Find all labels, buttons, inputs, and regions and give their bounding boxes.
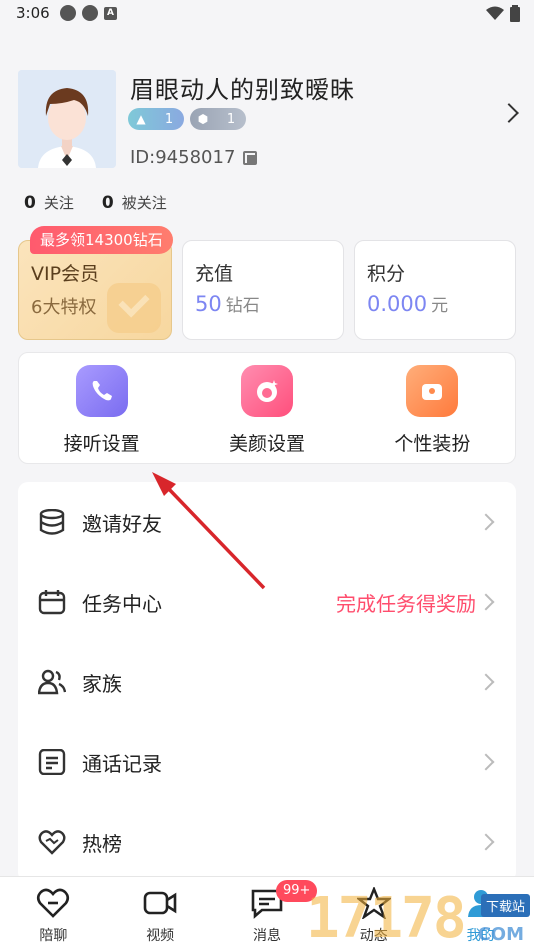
follow-stats: 0 关注 0 被关注 bbox=[24, 192, 167, 213]
rank-badge-value: 1 bbox=[226, 111, 236, 127]
menu-label: 家族 bbox=[82, 672, 122, 696]
calendar-icon bbox=[38, 590, 66, 615]
hexagon-rank-icon: ⬢ bbox=[197, 112, 209, 126]
following-stat[interactable]: 0 关注 bbox=[24, 192, 74, 213]
notification-icon bbox=[82, 5, 98, 21]
site-watermark: 17178 下载站 COM bbox=[306, 884, 534, 950]
rank-badge: ⬢ 1 bbox=[190, 108, 246, 130]
status-notification-icons: A bbox=[60, 5, 117, 21]
wifi-icon bbox=[486, 6, 504, 20]
followers-label: 被关注 bbox=[121, 194, 167, 212]
level-badge: ▲ 1 bbox=[128, 108, 184, 130]
vip-title: VIP会员 bbox=[31, 263, 100, 285]
tab-companion-chat[interactable]: 陪聊 bbox=[0, 877, 107, 950]
shortcut-label: 接听设置 bbox=[63, 433, 140, 455]
app-notification-icon: A bbox=[104, 7, 117, 20]
nickname: 眉眼动人的别致暧昧 bbox=[130, 76, 355, 104]
tab-video[interactable]: 视频 bbox=[107, 877, 214, 950]
triangle-level-icon: ▲ bbox=[136, 112, 146, 126]
menu-label: 邀请好友 bbox=[82, 512, 162, 536]
menu-item-invite-friends[interactable]: 邀请好友 bbox=[18, 482, 516, 562]
shortcut-answer-settings[interactable]: 接听设置 bbox=[19, 353, 184, 463]
chevron-right-icon bbox=[477, 513, 495, 531]
points-balance: 0.000 元 bbox=[367, 291, 448, 316]
chevron-right-icon bbox=[477, 753, 495, 771]
shortcut-panel: 接听设置 美颜设置 个性装扮 bbox=[18, 352, 516, 464]
chevron-right-icon bbox=[477, 673, 495, 691]
vip-card[interactable]: VIP会员 6大特权 bbox=[18, 240, 172, 340]
vip-subtitle: 6大特权 bbox=[31, 297, 97, 318]
heart-chat-icon bbox=[37, 888, 70, 918]
recharge-unit: 钻石 bbox=[225, 296, 260, 316]
task-reward-hint: 完成任务得奖励 bbox=[336, 592, 476, 616]
promo-tag: 最多领14300钻石 bbox=[30, 226, 173, 254]
menu-label: 任务中心 bbox=[82, 592, 162, 616]
followers-stat[interactable]: 0 被关注 bbox=[102, 192, 167, 213]
status-time: 3:06 bbox=[16, 4, 50, 22]
beauty-face-icon bbox=[240, 365, 293, 417]
followers-count: 0 bbox=[101, 193, 114, 213]
chevron-right-icon bbox=[477, 833, 495, 851]
menu-item-task-center[interactable]: 任务中心 完成任务得奖励 bbox=[18, 562, 516, 642]
document-icon bbox=[38, 749, 66, 775]
tab-label: 陪聊 bbox=[39, 928, 68, 944]
menu-list: 邀请好友 任务中心 完成任务得奖励 家族 通话记录 热榜 bbox=[18, 482, 516, 882]
users-icon bbox=[38, 669, 66, 695]
copy-icon[interactable] bbox=[243, 150, 258, 165]
shortcut-label: 个性装扮 bbox=[394, 433, 471, 455]
status-system-icons bbox=[486, 5, 520, 22]
following-label: 关注 bbox=[43, 194, 74, 212]
recharge-value: 50 bbox=[195, 292, 222, 316]
user-id-text: ID:9458017 bbox=[130, 147, 236, 168]
heart-icon bbox=[38, 830, 66, 855]
recharge-title: 充值 bbox=[195, 263, 234, 285]
level-badge-value: 1 bbox=[164, 111, 174, 127]
chevron-right-icon[interactable] bbox=[499, 103, 519, 123]
tab-label: 消息 bbox=[252, 928, 281, 944]
battery-icon bbox=[510, 5, 520, 22]
points-value: 0.000 bbox=[367, 292, 428, 316]
avatar-illustration bbox=[18, 70, 116, 168]
points-unit: 元 bbox=[431, 296, 449, 316]
menu-label: 热榜 bbox=[82, 832, 122, 856]
notification-icon bbox=[60, 5, 76, 21]
video-camera-icon bbox=[143, 891, 177, 915]
database-icon bbox=[39, 509, 65, 535]
phone-call-icon bbox=[75, 365, 128, 417]
shortcut-beauty-settings[interactable]: 美颜设置 bbox=[184, 353, 349, 463]
recharge-balance: 50 钻石 bbox=[195, 291, 260, 316]
tab-label: 视频 bbox=[146, 928, 175, 944]
watermark-logo: 17178 bbox=[306, 886, 467, 950]
watermark-suffix: COM bbox=[477, 924, 524, 945]
points-card[interactable]: 积分 0.000 元 bbox=[354, 240, 516, 340]
menu-item-hot-list[interactable]: 热榜 bbox=[18, 802, 516, 882]
following-count: 0 bbox=[24, 193, 36, 213]
menu-item-call-records[interactable]: 通话记录 bbox=[18, 722, 516, 802]
dressup-icon bbox=[406, 365, 459, 417]
menu-item-family[interactable]: 家族 bbox=[18, 642, 516, 722]
avatar[interactable] bbox=[18, 70, 116, 168]
points-title: 积分 bbox=[367, 263, 406, 285]
user-id: ID:9458017 bbox=[130, 147, 258, 168]
status-bar: 3:06 A bbox=[0, 0, 534, 28]
vip-check-icon bbox=[107, 283, 161, 333]
recharge-card[interactable]: 充值 50 钻石 bbox=[182, 240, 344, 340]
watermark-tag: 下载站 bbox=[480, 894, 530, 917]
menu-label: 通话记录 bbox=[82, 752, 162, 776]
shortcut-label: 美颜设置 bbox=[228, 433, 305, 455]
chevron-right-icon bbox=[477, 593, 495, 611]
shortcut-personal-dressup[interactable]: 个性装扮 bbox=[350, 353, 515, 463]
